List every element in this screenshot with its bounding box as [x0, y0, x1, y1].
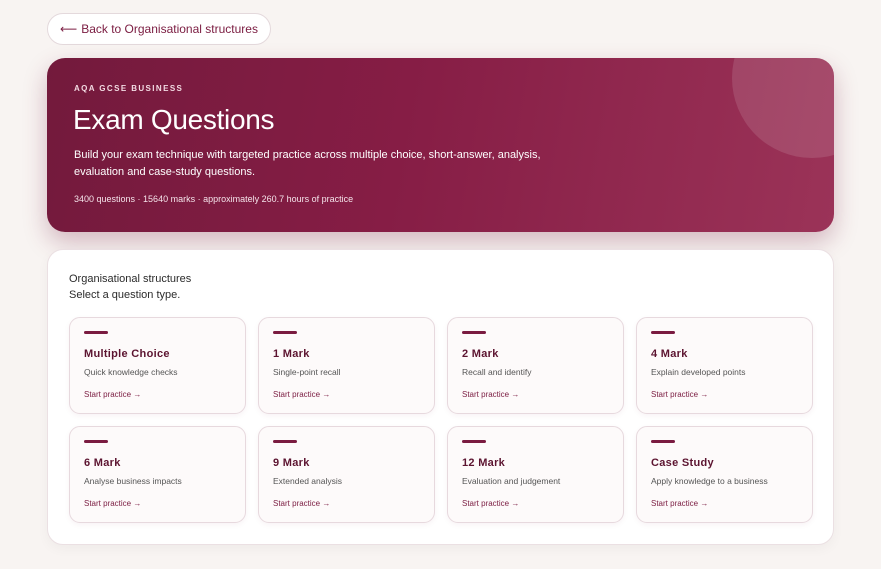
- card-title: 12 Mark: [462, 457, 506, 469]
- card-subtitle: Recall and identify: [462, 367, 532, 377]
- card-subtitle: Evaluation and judgement: [462, 476, 561, 486]
- start-practice-link[interactable]: Start practice →: [651, 390, 708, 399]
- back-arrow-icon: ⟵: [60, 22, 78, 36]
- card-subtitle: Quick knowledge checks: [84, 367, 178, 377]
- card-9-mark[interactable]: 9 Mark Extended analysis Start practice …: [258, 426, 435, 523]
- card-title: 4 Mark: [651, 348, 688, 360]
- start-practice-link[interactable]: Start practice →: [273, 390, 330, 399]
- start-practice-link[interactable]: Start practice →: [462, 390, 519, 399]
- card-title: 9 Mark: [273, 457, 310, 469]
- back-button[interactable]: ⟵ Back to Organisational structures: [47, 13, 271, 45]
- card-accent-bar: [84, 331, 108, 334]
- card-title: 6 Mark: [84, 457, 121, 469]
- card-subtitle: Explain developed points: [651, 367, 746, 377]
- card-2-mark[interactable]: 2 Mark Recall and identify Start practic…: [447, 317, 624, 414]
- card-6-mark[interactable]: 6 Mark Analyse business impacts Start pr…: [69, 426, 246, 523]
- hero-banner: AQA GCSE BUSINESS Exam Questions Build y…: [47, 58, 834, 232]
- card-accent-bar: [273, 331, 297, 334]
- back-button-label: Back to Organisational structures: [81, 22, 258, 36]
- card-title: Multiple Choice: [84, 348, 170, 360]
- question-type-panel: Organisational structures Select a quest…: [47, 249, 834, 545]
- hero-eyebrow: AQA GCSE BUSINESS: [74, 84, 184, 93]
- start-practice-link[interactable]: Start practice →: [462, 499, 519, 508]
- topic-heading: Organisational structures: [69, 273, 192, 285]
- page-title: Exam Questions: [73, 104, 275, 135]
- card-title: Case Study: [651, 457, 714, 469]
- card-case-study[interactable]: Case Study Apply knowledge to a business…: [636, 426, 813, 523]
- question-type-grid: Multiple Choice Quick knowledge checks S…: [69, 317, 813, 523]
- card-subtitle: Single-point recall: [273, 367, 341, 377]
- card-title: 1 Mark: [273, 348, 310, 360]
- card-accent-bar: [462, 440, 486, 443]
- start-practice-link[interactable]: Start practice →: [84, 499, 141, 508]
- start-practice-link[interactable]: Start practice →: [273, 499, 330, 508]
- hero-description: Build your exam technique with targeted …: [74, 149, 541, 178]
- card-4-mark[interactable]: 4 Mark Explain developed points Start pr…: [636, 317, 813, 414]
- card-accent-bar: [273, 440, 297, 443]
- card-subtitle: Extended analysis: [273, 476, 342, 486]
- card-12-mark[interactable]: 12 Mark Evaluation and judgement Start p…: [447, 426, 624, 523]
- card-accent-bar: [84, 440, 108, 443]
- card-subtitle: Analyse business impacts: [84, 476, 182, 486]
- card-title: 2 Mark: [462, 348, 499, 360]
- start-practice-link[interactable]: Start practice →: [651, 499, 708, 508]
- card-subtitle: Apply knowledge to a business: [651, 476, 768, 486]
- card-accent-bar: [462, 331, 486, 334]
- card-multiple-choice[interactable]: Multiple Choice Quick knowledge checks S…: [69, 317, 246, 414]
- decorative-circle: [732, 58, 834, 158]
- instruction-text: Select a question type.: [69, 289, 181, 301]
- card-accent-bar: [651, 331, 675, 334]
- hero-stats: 3400 questions · 15640 marks · approxima…: [74, 194, 354, 204]
- card-accent-bar: [651, 440, 675, 443]
- start-practice-link[interactable]: Start practice →: [84, 390, 141, 399]
- card-1-mark[interactable]: 1 Mark Single-point recall Start practic…: [258, 317, 435, 414]
